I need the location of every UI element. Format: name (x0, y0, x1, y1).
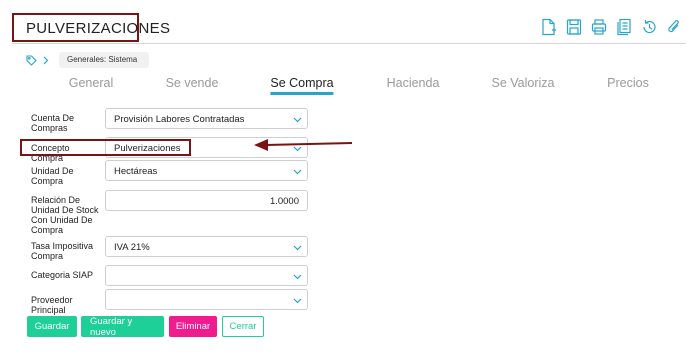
page-title-text: PULVERIZACIONES (26, 20, 171, 37)
relacion-unidad-input[interactable]: 1.0000 (105, 190, 308, 211)
page-title: PULVERIZACIONES (12, 13, 170, 42)
cuenta-de-compras-value: Provisión Labores Contratadas (114, 114, 245, 125)
proveedor-principal-select[interactable] (105, 289, 308, 310)
toolbar (541, 18, 682, 36)
unidad-de-compra-label: Unidad De Compra (31, 166, 74, 186)
proveedor-principal-label: Proveedor Principal (31, 295, 73, 315)
tab-precios[interactable]: Precios (607, 76, 649, 90)
save-and-new-button[interactable]: Guardar y nuevo (81, 316, 164, 338)
breadcrumb-item[interactable]: Generales: Sistema (59, 52, 150, 68)
categoria-siap-label: Categoria SIAP (31, 270, 94, 280)
tasa-impositiva-select[interactable]: IVA 21% (105, 236, 308, 257)
tab-se-vende[interactable]: Se vende (166, 76, 219, 90)
save-icon[interactable] (566, 18, 582, 36)
print-icon[interactable] (591, 18, 607, 36)
tasa-impositiva-value: IVA 21% (114, 242, 150, 253)
tab-general[interactable]: General (69, 76, 113, 90)
tab-se-compra[interactable]: Se Compra (270, 76, 334, 95)
chevron-down-icon (293, 115, 302, 124)
chevron-down-icon (293, 167, 302, 176)
tab-bar: General Se vende Se Compra Hacienda Se V… (0, 76, 690, 96)
chevron-down-icon (293, 243, 302, 252)
header-divider (12, 43, 686, 44)
tasa-impositiva-label: Tasa Impositiva Compra (31, 241, 94, 261)
tab-se-valoriza[interactable]: Se Valoriza (492, 76, 555, 90)
annotation-arrow (254, 139, 353, 151)
relacion-unidad-label: Relación De Unidad De Stock Con Unidad D… (31, 195, 99, 235)
relacion-unidad-value: 1.0000 (269, 196, 299, 207)
close-button[interactable]: Cerrar (222, 316, 264, 337)
cuenta-de-compras-label: Cuenta De Compras (31, 113, 75, 133)
breadcrumb: Generales: Sistema (26, 52, 150, 68)
chevron-right-icon (43, 56, 49, 65)
delete-button[interactable]: Eliminar (169, 316, 217, 337)
categoria-siap-select[interactable] (105, 265, 308, 286)
copy-icon[interactable] (616, 18, 632, 36)
tag-icon (26, 54, 37, 66)
history-icon[interactable] (641, 18, 657, 36)
chevron-down-icon (293, 272, 302, 281)
annotation-highlight-box (20, 139, 191, 156)
save-button[interactable]: Guardar (27, 316, 77, 337)
unidad-de-compra-value: Hectáreas (114, 166, 158, 177)
attach-icon[interactable] (666, 18, 682, 36)
unidad-de-compra-select[interactable]: Hectáreas (105, 160, 308, 181)
tab-hacienda[interactable]: Hacienda (387, 76, 440, 90)
chevron-down-icon (293, 296, 302, 305)
cuenta-de-compras-select[interactable]: Provisión Labores Contratadas (105, 108, 308, 129)
new-document-icon[interactable] (541, 18, 557, 36)
